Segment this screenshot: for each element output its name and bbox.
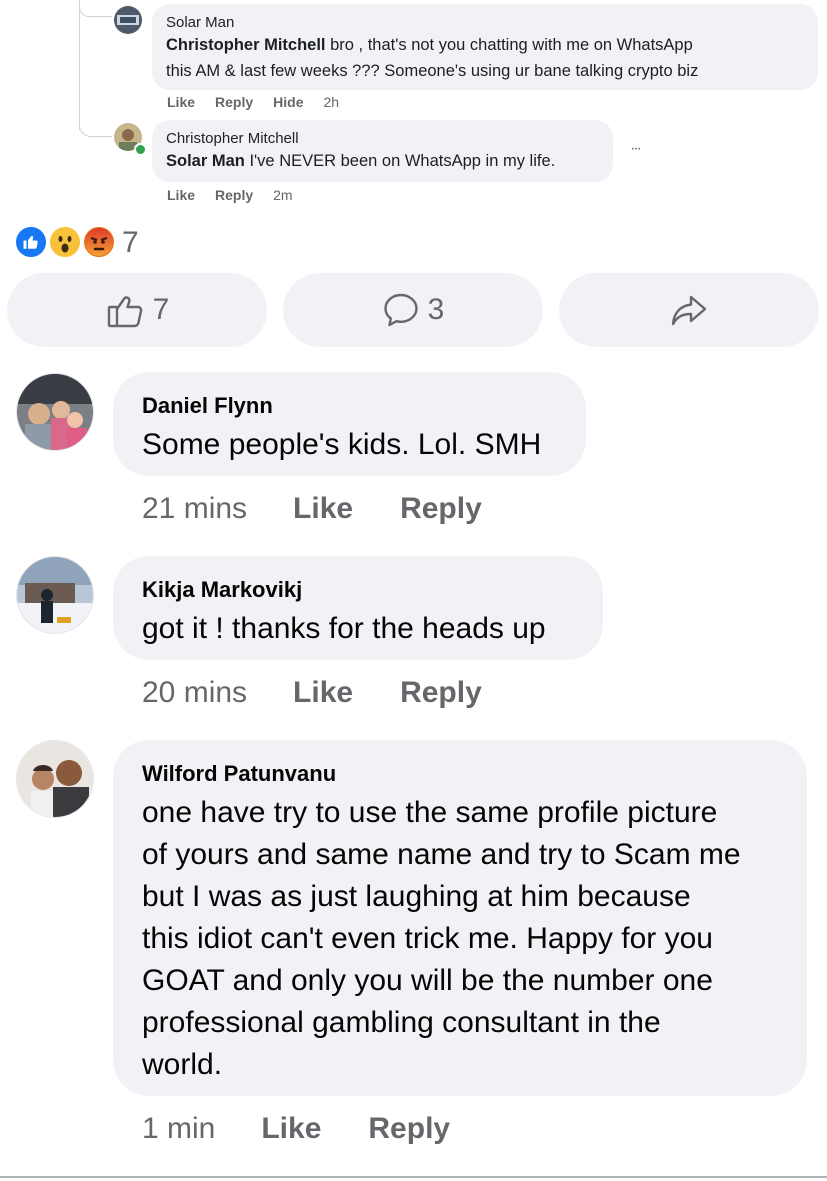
like-count: 7	[152, 293, 170, 326]
timestamp[interactable]: 1 min	[142, 1112, 215, 1146]
comment-actions: 21 mins Like Reply	[142, 492, 482, 526]
avatar[interactable]	[114, 6, 142, 34]
online-dot	[134, 143, 147, 156]
comment-text: one have try to use the same profile pic…	[142, 792, 779, 1086]
reply-link[interactable]: Reply	[400, 676, 482, 710]
like-icon	[14, 225, 48, 259]
mention[interactable]: Solar Man	[166, 152, 245, 170]
comment-button[interactable]: 3	[283, 273, 543, 347]
comment-line: GOAT and only you will be the number one	[142, 964, 713, 997]
like-link[interactable]: Like	[167, 187, 195, 203]
comment-bubble: Christopher Mitchell Solar Man I've NEVE…	[152, 120, 613, 182]
comment-text: got it ! thanks for the heads up	[142, 612, 546, 645]
comment-actions: Like Reply Hide 2h	[167, 94, 339, 110]
comment-line: one have try to use the same profile pic…	[142, 796, 718, 829]
comment-bubble: Daniel Flynn Some people's kids. Lol. SM…	[113, 372, 586, 476]
comment-text: Some people's kids. Lol. SMH	[142, 428, 542, 461]
timestamp: 2m	[273, 187, 293, 203]
comment-bubble: Kikja Markovikj got it ! thanks for the …	[113, 556, 603, 660]
hide-link[interactable]: Hide	[273, 94, 303, 110]
comment-author[interactable]: Daniel Flynn	[142, 392, 558, 420]
comment-line: of yours and same name and try to Scam m…	[142, 838, 741, 871]
timestamp[interactable]: 20 mins	[142, 676, 247, 710]
comment-bubble: Wilford Patunvanu one have try to use th…	[113, 740, 807, 1096]
reply-link[interactable]: Reply	[368, 1112, 450, 1146]
thumbs-up-icon	[107, 296, 142, 328]
reply-link[interactable]: Reply	[400, 492, 482, 526]
timestamp[interactable]: 21 mins	[142, 492, 247, 526]
like-link[interactable]: Like	[293, 676, 353, 710]
comment-actions: Like Reply 2m	[167, 187, 293, 203]
comment-count: 3	[427, 293, 445, 326]
comment-actions: 1 min Like Reply	[142, 1112, 450, 1146]
comment-line: world.	[142, 1048, 223, 1081]
comment-bubble: Solar Man Christopher Mitchell bro , tha…	[152, 4, 818, 90]
comment-actions: 20 mins Like Reply	[142, 676, 482, 710]
comment-icon	[383, 293, 418, 327]
like-link[interactable]: Like	[261, 1112, 321, 1146]
thread-connector	[79, 0, 112, 17]
share-button[interactable]	[559, 273, 819, 347]
like-button[interactable]: 7	[7, 273, 267, 347]
mention[interactable]: Christopher Mitchell	[166, 36, 326, 54]
thread-line	[79, 0, 80, 130]
reply-link[interactable]: Reply	[215, 187, 253, 203]
comment-line: professional gambling consultant in the	[142, 1006, 661, 1039]
comment-author[interactable]: Solar Man	[166, 14, 804, 32]
comment-author[interactable]: Wilford Patunvanu	[142, 760, 779, 788]
comment-text: Solar Man I've NEVER been on WhatsApp in…	[166, 152, 556, 170]
angry-icon	[82, 225, 116, 259]
more-options-icon[interactable]: ···	[630, 140, 642, 158]
comment-line: but I was as just laughing at him becaus…	[142, 880, 691, 913]
share-icon	[671, 295, 707, 326]
reaction-count: 7	[122, 226, 139, 259]
comment-author[interactable]: Christopher Mitchell	[166, 130, 599, 148]
avatar[interactable]	[16, 740, 94, 818]
avatar[interactable]	[16, 556, 94, 634]
divider	[0, 1176, 827, 1178]
wow-icon	[48, 225, 82, 259]
comment-author[interactable]: Kikja Markovikj	[142, 576, 575, 604]
like-link[interactable]: Like	[167, 94, 195, 110]
reply-link[interactable]: Reply	[215, 94, 253, 110]
thread-connector	[79, 116, 112, 137]
avatar[interactable]	[16, 373, 94, 451]
like-link[interactable]: Like	[293, 492, 353, 526]
comment-line: this idiot can't even trick me. Happy fo…	[142, 922, 713, 955]
comment-text: Christopher Mitchell bro , that's not yo…	[166, 36, 699, 80]
timestamp: 2h	[323, 94, 340, 110]
